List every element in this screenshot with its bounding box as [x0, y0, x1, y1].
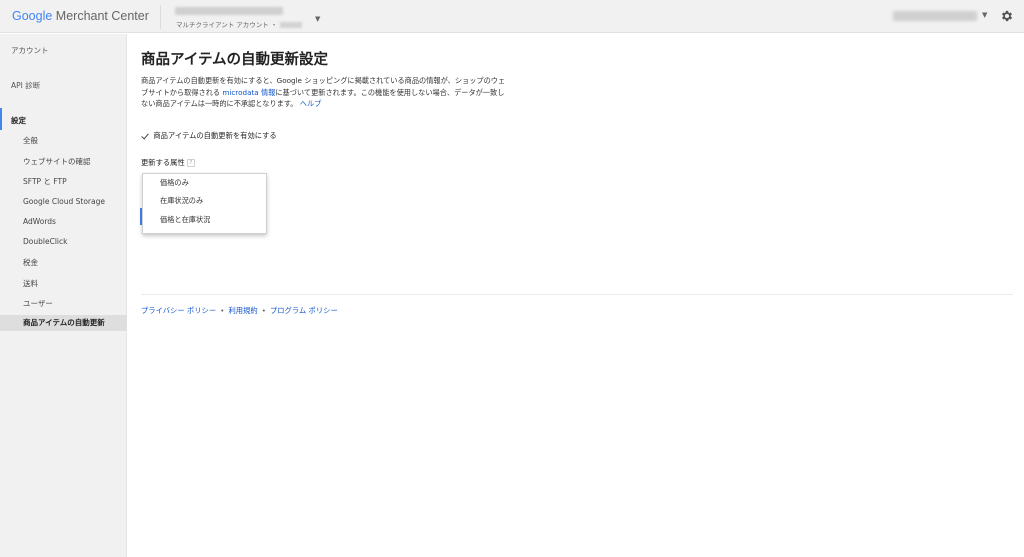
sidebar-item-google-cloud-storage[interactable]: Google Cloud Storage [0, 197, 127, 206]
sidebar-item-general[interactable]: 全般 [0, 135, 127, 146]
sidebar-item-account[interactable]: アカウント [0, 45, 127, 56]
sidebar-item-shipping[interactable]: 送料 [0, 278, 127, 289]
terms-link[interactable]: 利用規約 [228, 306, 257, 315]
top-bar: Google Merchant Center マルチクライアント アカウント ・… [0, 0, 1024, 33]
footer-links: プライバシー ポリシー • 利用規約 • プログラム ポリシー [141, 306, 338, 316]
page-title: 商品アイテムの自動更新設定 [141, 52, 329, 68]
enable-auto-update-checkbox[interactable] [141, 132, 150, 141]
sidebar [0, 34, 127, 557]
help-icon[interactable]: ? [186, 159, 195, 167]
header-divider [160, 5, 161, 29]
sidebar-item-users[interactable]: ユーザー [0, 298, 127, 309]
user-menu-chevron-down-icon[interactable]: ▼ [982, 11, 987, 19]
logo-product: Merchant Center [55, 9, 149, 23]
account-name-redacted [175, 7, 283, 15]
account-subtitle-text: マルチクライアント アカウント ・ [176, 21, 278, 29]
sidebar-item-settings[interactable]: 設定 [0, 115, 127, 126]
merchant-center-logo[interactable]: Google Merchant Center [12, 9, 149, 23]
user-email-redacted[interactable] [893, 11, 977, 21]
footer-divider [141, 294, 1013, 295]
footer-separator: • [220, 306, 225, 315]
sidebar-item-automatic-item-updates[interactable]: 商品アイテムの自動更新 [0, 315, 127, 331]
footer-separator: • [261, 306, 266, 315]
enable-auto-update-label[interactable]: 商品アイテムの自動更新を有効にする [153, 131, 276, 140]
logo-google: Google [12, 9, 53, 23]
dropdown-option-availability-only[interactable]: 在庫状況のみ [143, 192, 266, 210]
program-policy-link[interactable]: プログラム ポリシー [270, 306, 338, 315]
account-id-redacted [280, 22, 303, 28]
chevron-down-icon: ▼ [315, 15, 321, 23]
account-subtitle: マルチクライアント アカウント ・ [176, 19, 303, 29]
account-switcher[interactable]: マルチクライアント アカウント ・ ▼ [175, 6, 325, 30]
dropdown-option-price-only[interactable]: 価格のみ [143, 174, 266, 192]
sidebar-item-adwords[interactable]: AdWords [0, 217, 127, 226]
attributes-to-update-label: 更新する属性? [141, 158, 195, 168]
gear-icon[interactable] [1000, 9, 1014, 23]
sidebar-item-tax[interactable]: 税金 [0, 257, 127, 268]
sidebar-item-api-diagnostics[interactable]: API 診断 [0, 80, 127, 91]
attributes-dropdown-menu: 価格のみ 在庫状況のみ 価格と在庫状況 [142, 173, 267, 234]
dropdown-option-price-and-availability[interactable]: 価格と在庫状況 [143, 211, 266, 229]
sidebar-item-doubleclick[interactable]: DoubleClick [0, 237, 127, 246]
microdata-link[interactable]: microdata 情報 [222, 88, 275, 97]
page-description: 商品アイテムの自動更新を有効にすると、Google ショッピングに掲載されている… [141, 75, 511, 110]
sidebar-item-website-verification[interactable]: ウェブサイトの確認 [0, 156, 127, 167]
sidebar-item-sftp-ftp[interactable]: SFTP と FTP [0, 176, 127, 187]
enable-auto-update-row: 商品アイテムの自動更新を有効にする [141, 131, 276, 143]
privacy-policy-link[interactable]: プライバシー ポリシー [141, 306, 216, 315]
attributes-label-text: 更新する属性 [141, 158, 185, 167]
help-link[interactable]: ヘルプ [300, 99, 322, 108]
